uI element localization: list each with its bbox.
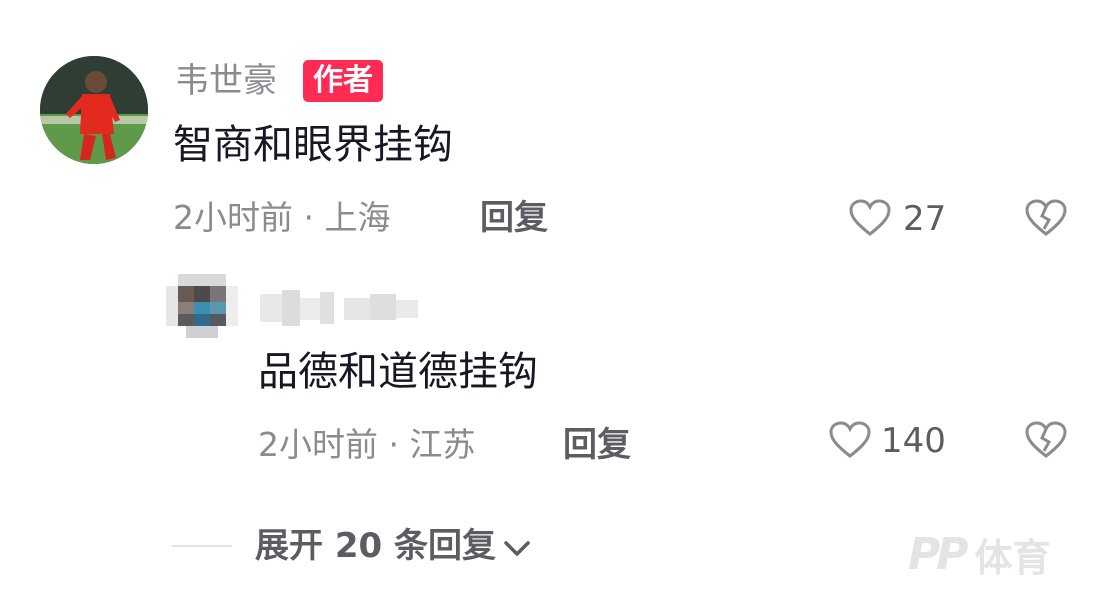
chevron-down-icon <box>504 521 530 571</box>
reply-username-blurred[interactable] <box>260 290 420 326</box>
expand-replies-button[interactable]: 展开 20 条回复 <box>255 521 530 571</box>
reply-avatar[interactable] <box>166 274 238 338</box>
comment-meta: 2小时前 · 上海 <box>173 198 391 237</box>
like-count: 27 <box>903 199 947 239</box>
expand-divider <box>172 545 232 547</box>
pp-sports-watermark: PP 体育 <box>908 527 1051 582</box>
broken-heart-icon[interactable] <box>1025 199 1067 237</box>
heart-icon[interactable] <box>849 199 891 237</box>
pp-logo: PP <box>908 529 968 580</box>
like-count: 140 <box>881 421 946 461</box>
author-badge: 作者 <box>303 60 383 102</box>
expand-replies-label: 展开 20 条回复 <box>255 526 496 566</box>
author-name[interactable]: 韦世豪 <box>175 56 277 106</box>
reply-text: 品德和道德挂钩 <box>258 349 538 395</box>
reply-button[interactable]: 回复 <box>480 193 548 243</box>
reply-meta: 2小时前 · 江苏 <box>258 425 476 464</box>
comment-text: 智商和眼界挂钩 <box>173 122 453 168</box>
author-avatar[interactable] <box>40 56 148 164</box>
watermark-text: 体育 <box>974 536 1051 580</box>
broken-heart-icon[interactable] <box>1025 421 1067 459</box>
heart-icon[interactable] <box>829 421 871 459</box>
reply-reply-button[interactable]: 回复 <box>563 420 631 470</box>
